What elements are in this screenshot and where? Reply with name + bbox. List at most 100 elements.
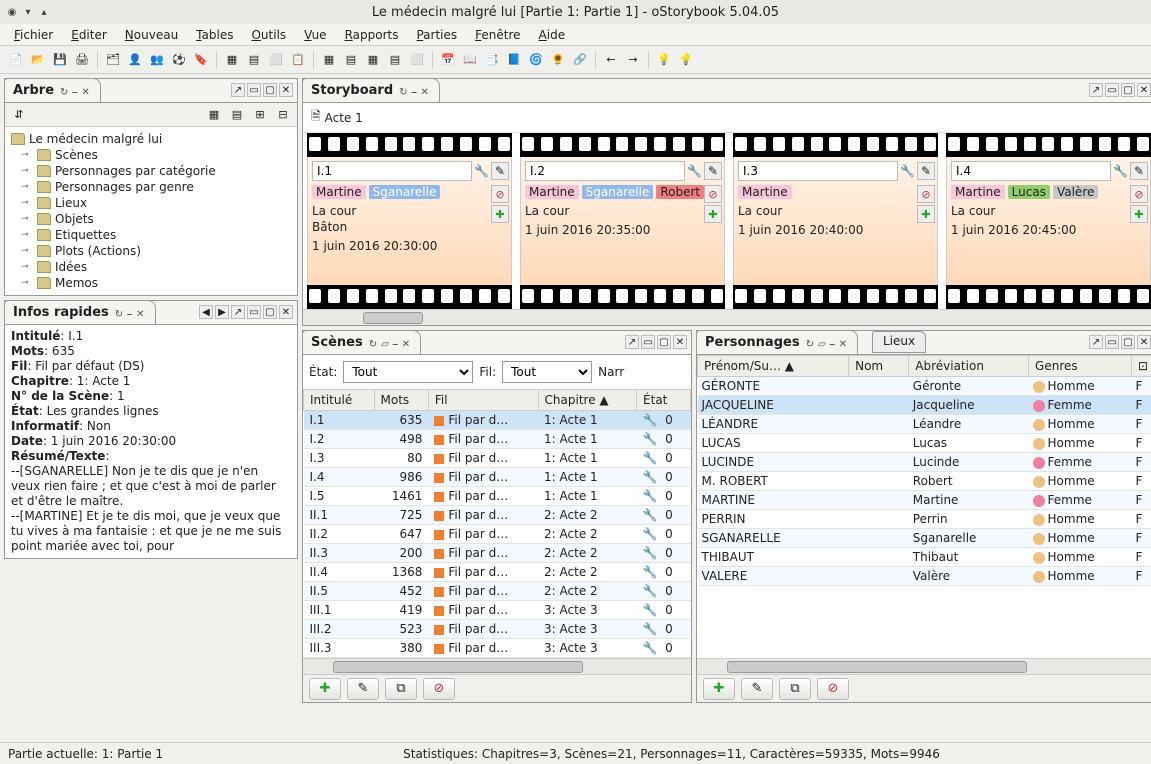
- toolbar-btn-3[interactable]: 🖨: [72, 50, 92, 70]
- cfg-icon[interactable]: ▱: [816, 339, 828, 350]
- block-icon[interactable]: ⊘: [491, 185, 509, 203]
- edit-button[interactable]: ✎: [741, 678, 773, 700]
- toolbar-btn-4[interactable]: 🗂: [103, 50, 123, 70]
- wrench-icon[interactable]: 🔧: [900, 164, 915, 178]
- toolbar-btn-15[interactable]: ▦: [363, 50, 383, 70]
- win-ext-icon[interactable]: ↗: [231, 305, 245, 319]
- etat-select[interactable]: Tout: [343, 361, 473, 383]
- scene-input[interactable]: [312, 161, 472, 181]
- menu-tables[interactable]: Tables: [188, 26, 241, 44]
- table-row[interactable]: I.4986Fil par d…1: Acte 1🔧 0: [304, 468, 691, 487]
- win-ext-icon[interactable]: ↗: [625, 335, 639, 349]
- menu-vue[interactable]: Vue: [296, 26, 334, 44]
- toolbar-btn-19[interactable]: 📖: [460, 50, 480, 70]
- table-row[interactable]: II.41368Fil par d…2: Acte 2🔧 0: [304, 563, 691, 582]
- col-header[interactable]: Genres: [1029, 356, 1132, 377]
- table-row[interactable]: III.2523Fil par d…3: Acte 3🔧 0: [304, 620, 691, 639]
- copy-button[interactable]: ⧉: [385, 678, 417, 700]
- tree-root[interactable]: Le médecin malgré lui: [11, 131, 291, 147]
- storyboard-clip[interactable]: 🔧✎MartineLucasValèreLa cour1 juin 2016 2…: [946, 133, 1151, 309]
- expand-icon[interactable]: ⊞: [250, 105, 270, 125]
- win-close-icon[interactable]: ✕: [279, 305, 293, 319]
- storyboard-clip[interactable]: 🔧✎MartineLa cour1 juin 2016 20:40:00⊘✚: [733, 133, 938, 309]
- menu-editer[interactable]: Editer: [63, 26, 115, 44]
- menu-fichier[interactable]: Fichier: [6, 26, 61, 44]
- sys-max-icon[interactable]: ▴: [38, 6, 50, 18]
- edit-icon[interactable]: ✎: [704, 162, 722, 180]
- toolbar-btn-20[interactable]: 📑: [482, 50, 502, 70]
- table-row[interactable]: I.380Fil par d…1: Acte 1🔧 0: [304, 449, 691, 468]
- close-icon[interactable]: ✕: [79, 87, 91, 98]
- wrench-icon[interactable]: 🔧: [474, 164, 489, 178]
- toolbar-btn-5[interactable]: 👤: [125, 50, 145, 70]
- toolbar-btn-2[interactable]: 💾: [50, 50, 70, 70]
- toolbar-btn-10[interactable]: ▤: [244, 50, 264, 70]
- win-min-icon[interactable]: ▭: [641, 335, 655, 349]
- sys-min-icon[interactable]: ▾: [22, 6, 34, 18]
- toolbar-btn-12[interactable]: 📋: [288, 50, 308, 70]
- toolbar-btn-24[interactable]: 🔗: [570, 50, 590, 70]
- tree-node[interactable]: ⊸Lieux: [11, 195, 291, 211]
- grid2-icon[interactable]: ▤: [227, 105, 247, 125]
- table-row[interactable]: LÉANDRELéandreHommeF: [698, 415, 1151, 434]
- table-row[interactable]: II.5452Fil par d…2: Acte 2🔧 0: [304, 582, 691, 601]
- add-button[interactable]: ✚: [703, 678, 735, 700]
- storyboard-hscroll[interactable]: [303, 309, 1151, 325]
- col-header[interactable]: Abréviation: [909, 356, 1029, 377]
- table-row[interactable]: MARTINEMartineFemmeF: [698, 491, 1151, 510]
- toolbar-btn-22[interactable]: 🌀: [526, 50, 546, 70]
- tree-node[interactable]: ⊸Personnages par genre: [11, 179, 291, 195]
- toolbar-btn-17[interactable]: ⬜: [407, 50, 427, 70]
- win-ext-icon[interactable]: ↗: [1089, 83, 1103, 97]
- toolbar-btn-28[interactable]: 💡: [676, 50, 696, 70]
- storyboard-clip[interactable]: 🔧✎MartineSganarelleRobertLa cour1 juin 2…: [520, 133, 725, 309]
- edit-button[interactable]: ✎: [347, 678, 379, 700]
- scenes-table[interactable]: IntituléMotsFilChapitre ▲ÉtatI.1635Fil p…: [303, 389, 691, 658]
- close-icon[interactable]: ✕: [837, 339, 849, 350]
- toolbar-btn-6[interactable]: 👥: [147, 50, 167, 70]
- tab-lieux[interactable]: Lieux: [872, 331, 926, 353]
- add-button[interactable]: ✚: [309, 678, 341, 700]
- toolbar-btn-13[interactable]: ▦: [319, 50, 339, 70]
- toolbar-btn-27[interactable]: 💡: [654, 50, 674, 70]
- scene-input[interactable]: [951, 161, 1111, 181]
- col-header[interactable]: Mots: [374, 390, 428, 411]
- add-icon[interactable]: ✚: [1130, 205, 1148, 223]
- edit-icon[interactable]: ✎: [1130, 162, 1148, 180]
- delete-button[interactable]: ⊘: [423, 678, 455, 700]
- tree-node[interactable]: ⊸Objets: [11, 211, 291, 227]
- block-icon[interactable]: ⊘: [704, 185, 722, 203]
- toolbar-btn-18[interactable]: 📅: [438, 50, 458, 70]
- refresh-icon[interactable]: ↻: [804, 339, 816, 350]
- nav-right-icon[interactable]: ▶: [215, 305, 229, 319]
- close-icon[interactable]: ✕: [400, 339, 412, 350]
- win-max-icon[interactable]: ▢: [657, 335, 671, 349]
- table-row[interactable]: LUCINDELucindeFemmeF: [698, 453, 1151, 472]
- win-close-icon[interactable]: ✕: [279, 83, 293, 97]
- wrench-icon[interactable]: 🔧: [1113, 164, 1128, 178]
- table-row[interactable]: I.2498Fil par d…1: Acte 1🔧 0: [304, 430, 691, 449]
- table-row[interactable]: II.2647Fil par d…2: Acte 2🔧 0: [304, 525, 691, 544]
- table-row[interactable]: GÉRONTEGéronteHommeF: [698, 377, 1151, 396]
- table-row[interactable]: SGANARELLESganarelleHommeF: [698, 529, 1151, 548]
- win-close-icon[interactable]: ✕: [673, 335, 687, 349]
- win-max-icon[interactable]: ▢: [263, 83, 277, 97]
- win-min-icon[interactable]: ▭: [247, 83, 261, 97]
- table-row[interactable]: VALEREValèreHommeF: [698, 567, 1151, 586]
- block-icon[interactable]: ⊘: [917, 185, 935, 203]
- close-icon[interactable]: ✕: [419, 87, 431, 98]
- nav-left-icon[interactable]: ◀: [199, 305, 213, 319]
- table-row[interactable]: THIBAUTThibautHommeF: [698, 548, 1151, 567]
- pin-icon[interactable]: ⎯: [125, 309, 134, 320]
- table-row[interactable]: III.3380Fil par d…3: Acte 3🔧 0: [304, 639, 691, 658]
- close-icon[interactable]: ✕: [134, 309, 146, 320]
- pers-hscroll[interactable]: [697, 658, 1151, 674]
- menu-rapports[interactable]: Rapports: [337, 26, 407, 44]
- win-close-icon[interactable]: ✕: [1137, 335, 1151, 349]
- edit-icon[interactable]: ✎: [491, 162, 509, 180]
- scenes-hscroll[interactable]: [303, 658, 691, 674]
- scene-input[interactable]: [738, 161, 898, 181]
- toolbar-btn-25[interactable]: ←: [601, 50, 621, 70]
- table-row[interactable]: II.1725Fil par d…2: Acte 2🔧 0: [304, 506, 691, 525]
- win-min-icon[interactable]: ▭: [247, 305, 261, 319]
